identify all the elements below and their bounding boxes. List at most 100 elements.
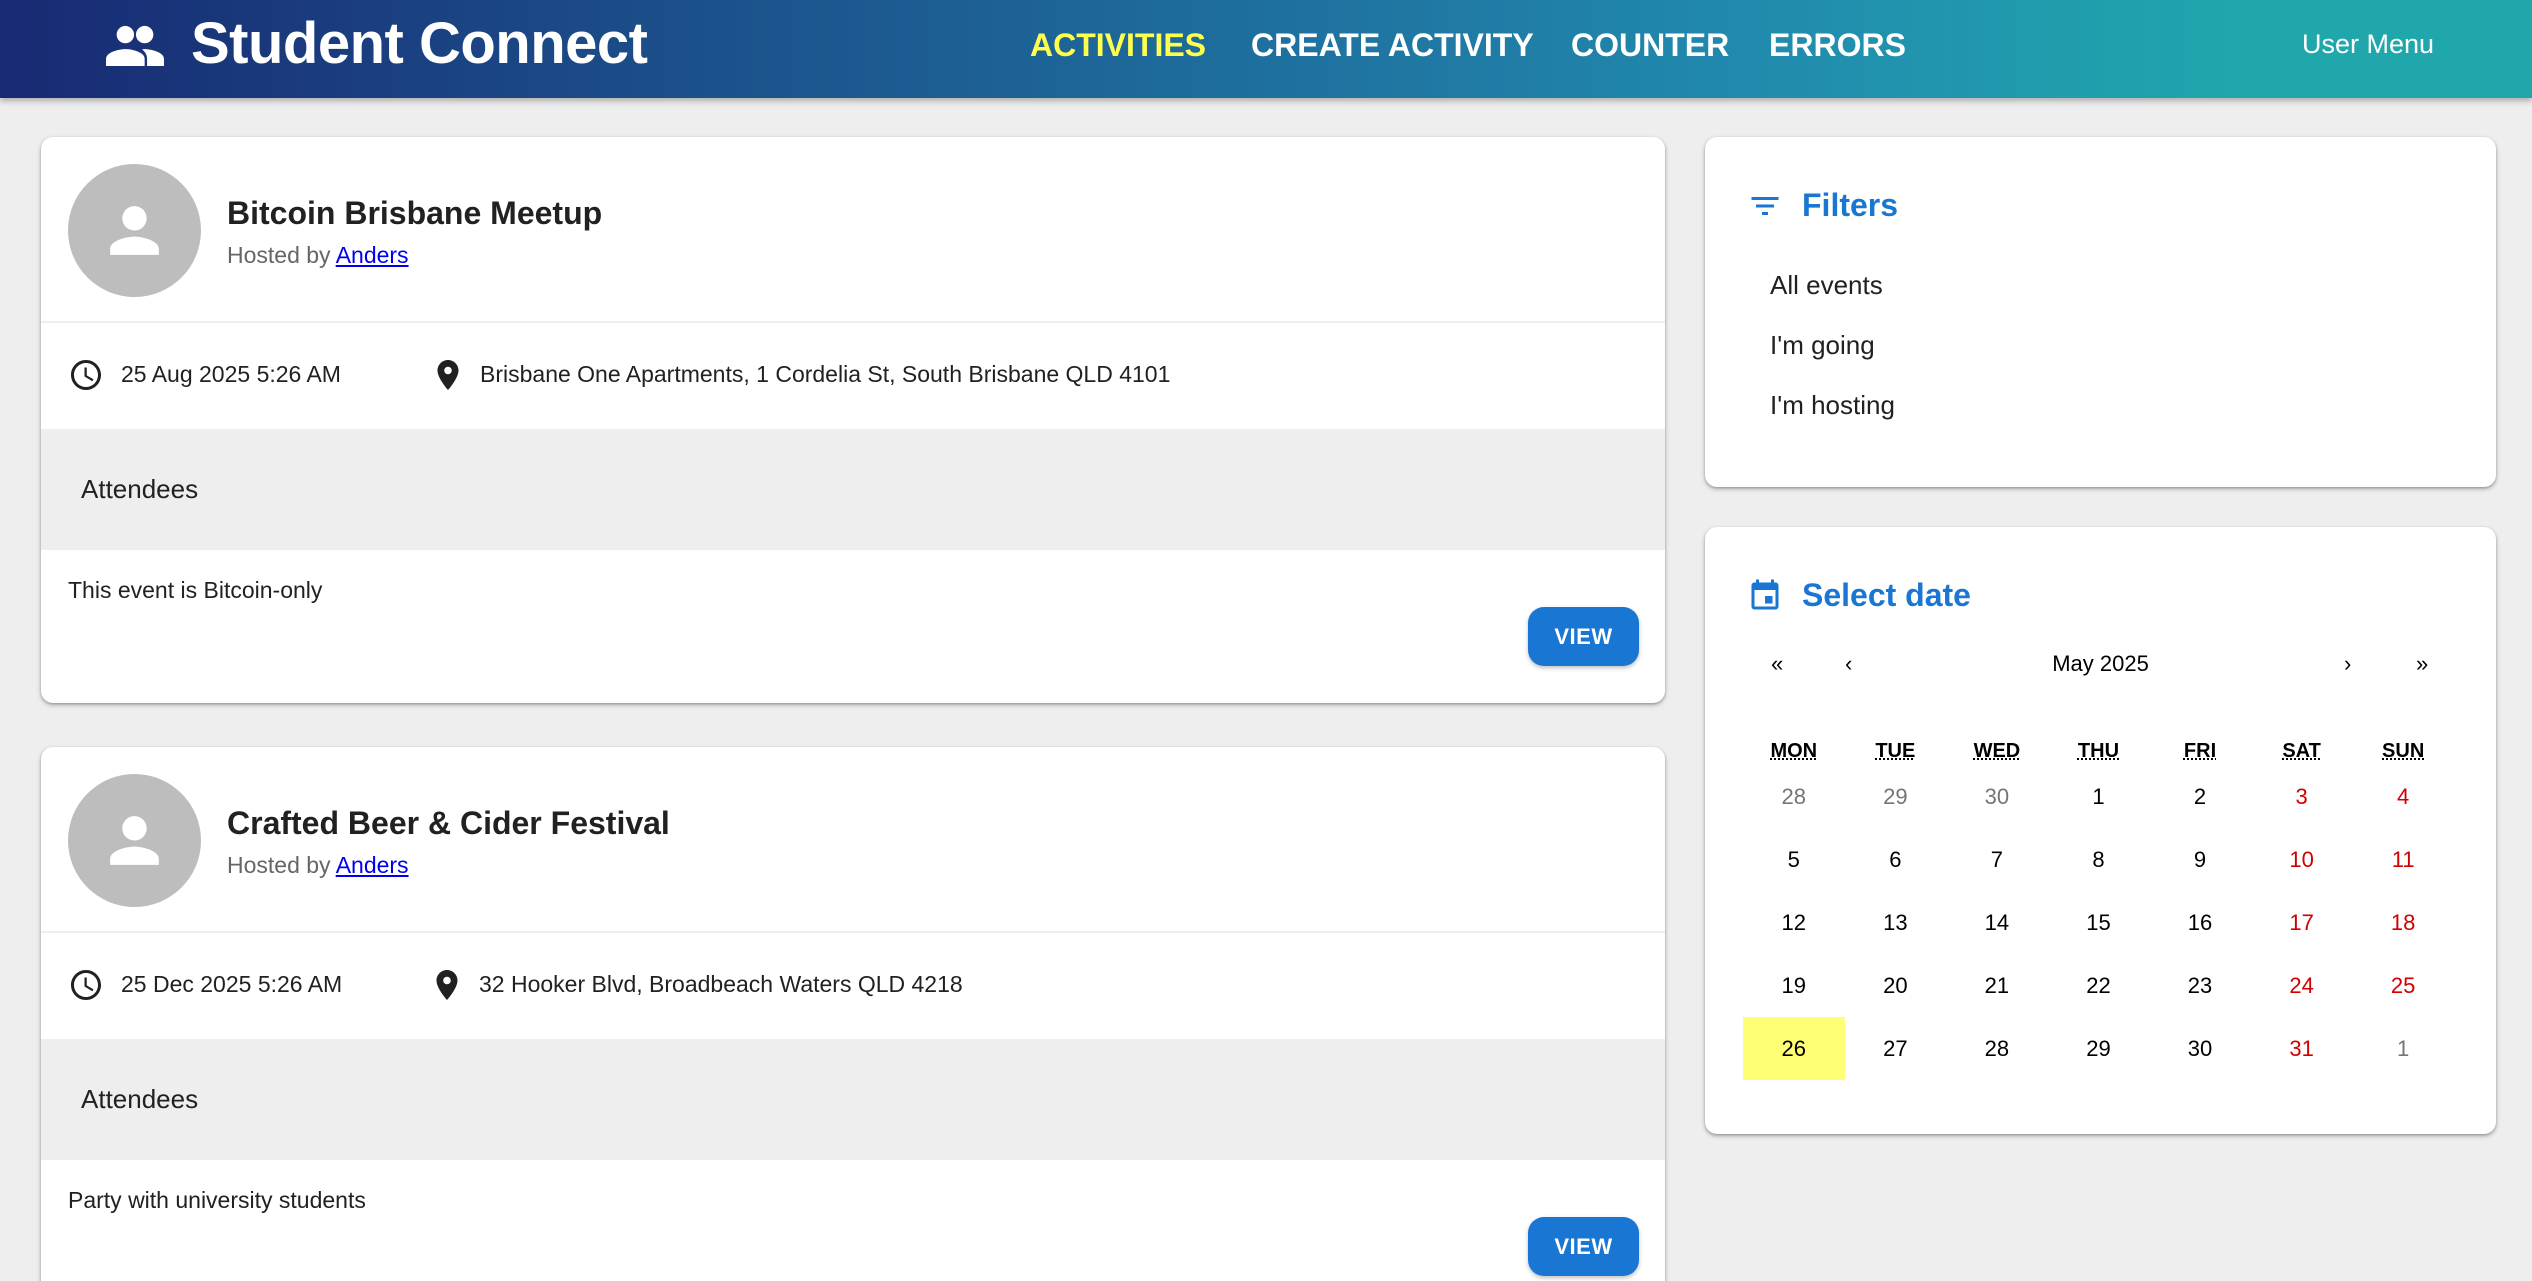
calendar-day[interactable]: 25: [2352, 954, 2454, 1017]
calendar-week: 5 6 7 8 9 10 11: [1743, 829, 2454, 892]
nav-create-activity[interactable]: CREATE ACTIVITY: [1251, 25, 1534, 65]
calendar-day[interactable]: 24: [2251, 954, 2353, 1017]
calendar-day[interactable]: 6: [1845, 829, 1947, 892]
calendar-day[interactable]: 8: [2048, 829, 2150, 892]
next-month-button[interactable]: ›: [2344, 649, 2351, 679]
user-menu-button[interactable]: User Menu: [2302, 27, 2434, 61]
calendar-day[interactable]: 20: [1845, 954, 1947, 1017]
clock-icon: [71, 970, 101, 1000]
clock-icon: [71, 360, 101, 390]
weekday-label: SAT: [2282, 740, 2321, 762]
filters-title: Filters: [1802, 187, 1899, 223]
calendar-day[interactable]: 18: [2352, 892, 2454, 955]
attendees-section: Attendees: [41, 1039, 1665, 1160]
weekday-label: THU: [2077, 740, 2120, 762]
calendar-day[interactable]: 21: [1946, 954, 2048, 1017]
divider: [41, 931, 1665, 933]
weekday-label: FRI: [2183, 740, 2217, 762]
prev-month-button[interactable]: ‹: [1845, 649, 1852, 679]
nav-counter[interactable]: COUNTER: [1571, 25, 1729, 65]
calendar-week: 28 29 30 1 2 3 4: [1743, 766, 2454, 829]
activity-info-row: 25 Aug 2025 5:26 AM Brisbane One Apartme…: [68, 351, 1628, 399]
weekday-label: SUN: [2382, 740, 2425, 762]
host-link[interactable]: Anders: [336, 852, 409, 878]
nav-errors[interactable]: ERRORS: [1769, 25, 1906, 65]
date-picker-panel: Select date May 2025 « ‹ › » MON TUE WED…: [1705, 527, 2496, 1134]
calendar-weekdays: MON TUE WED THU FRI SAT SUN: [1743, 736, 2454, 766]
person-icon: [110, 816, 159, 865]
calendar-day[interactable]: 23: [2149, 954, 2251, 1017]
filter-im-hosting[interactable]: I'm hosting: [1770, 388, 1895, 422]
calendar-day[interactable]: 17: [2251, 892, 2353, 955]
calendar-day[interactable]: 22: [2048, 954, 2150, 1017]
activity-venue: Brisbane One Apartments, 1 Cordelia St, …: [480, 361, 1171, 387]
calendar-day[interactable]: 1: [2352, 1017, 2454, 1080]
calendar-day[interactable]: 11: [2352, 829, 2454, 892]
prev-year-button[interactable]: «: [1771, 649, 1783, 679]
activity-date: 25 Dec 2025 5:26 AM: [121, 971, 343, 997]
calendar-day[interactable]: 1: [2048, 766, 2150, 829]
calendar-day[interactable]: 4: [2352, 766, 2454, 829]
activity-description: Party with university students: [68, 1187, 366, 1213]
calendar-day[interactable]: 28: [1946, 1017, 2048, 1080]
activity-title[interactable]: Bitcoin Brisbane Meetup: [227, 193, 602, 233]
activity-host-line: Hosted by Anders: [227, 240, 409, 270]
group-icon: [106, 25, 164, 66]
calendar-day[interactable]: 15: [2048, 892, 2150, 955]
calendar-day[interactable]: 29: [1845, 766, 1947, 829]
attendees-label: Attendees: [81, 474, 199, 504]
activity-info-row: 25 Dec 2025 5:26 AM 32 Hooker Blvd, Broa…: [68, 961, 1628, 1009]
calendar-day[interactable]: 3: [2251, 766, 2353, 829]
hosted-by-label: Hosted by: [227, 852, 331, 878]
calendar-day[interactable]: 28: [1743, 766, 1845, 829]
activity-host-line: Hosted by Anders: [227, 850, 409, 880]
location-pin-icon: [436, 970, 458, 1000]
calendar-day[interactable]: 30: [1946, 766, 2048, 829]
filters-panel: Filters All events I'm going I'm hosting: [1705, 137, 2496, 487]
calendar-week: 19 20 21 22 23 24 25: [1743, 954, 2454, 1017]
host-link[interactable]: Anders: [336, 242, 409, 268]
calendar-day[interactable]: 13: [1845, 892, 1947, 955]
hosted-by-label: Hosted by: [227, 242, 331, 268]
calendar-day[interactable]: 16: [2149, 892, 2251, 955]
calendar-week: 12 13 14 15 16 17 18: [1743, 892, 2454, 955]
next-year-button[interactable]: »: [2416, 649, 2428, 679]
calendar-day-selected[interactable]: 26: [1743, 1017, 1845, 1080]
app-title[interactable]: Student Connect: [191, 12, 648, 76]
weekday-label: TUE: [1875, 740, 1916, 762]
person-icon: [110, 206, 159, 255]
filter-list-icon: [1751, 197, 1779, 215]
calendar-day[interactable]: 14: [1946, 892, 2048, 955]
calendar-day[interactable]: 10: [2251, 829, 2353, 892]
weekday-label: MON: [1770, 740, 1818, 762]
attendees-section: Attendees: [41, 429, 1665, 550]
calendar-day[interactable]: 7: [1946, 829, 2048, 892]
weekday-label: WED: [1973, 740, 2021, 762]
view-button[interactable]: VIEW: [1528, 1217, 1639, 1276]
event-icon: [1751, 579, 1779, 610]
activity-title[interactable]: Crafted Beer & Cider Festival: [227, 803, 670, 843]
view-button[interactable]: VIEW: [1528, 607, 1639, 666]
filter-all-events[interactable]: All events: [1770, 268, 1883, 302]
app-bar: Student Connect ACTIVITIES CREATE ACTIVI…: [0, 0, 2532, 98]
activity-card: Bitcoin Brisbane Meetup Hosted by Anders…: [41, 137, 1665, 703]
calendar-day[interactable]: 29: [2048, 1017, 2150, 1080]
calendar-day[interactable]: 12: [1743, 892, 1845, 955]
calendar-month-label[interactable]: May 2025: [1705, 649, 2496, 679]
calendar-day[interactable]: 5: [1743, 829, 1845, 892]
calendar-day[interactable]: 30: [2149, 1017, 2251, 1080]
activity-description: This event is Bitcoin-only: [68, 577, 323, 603]
activity-card: Crafted Beer & Cider Festival Hosted by …: [41, 747, 1665, 1281]
calendar-day[interactable]: 31: [2251, 1017, 2353, 1080]
nav-activities[interactable]: ACTIVITIES: [1030, 25, 1206, 65]
activity-venue: 32 Hooker Blvd, Broadbeach Waters QLD 42…: [479, 971, 963, 997]
calendar-day[interactable]: 27: [1845, 1017, 1947, 1080]
divider: [41, 321, 1665, 323]
calendar-day[interactable]: 9: [2149, 829, 2251, 892]
filter-im-going[interactable]: I'm going: [1770, 328, 1875, 362]
avatar: [68, 774, 201, 907]
date-picker-title: Select date: [1802, 577, 1971, 613]
calendar-day[interactable]: 2: [2149, 766, 2251, 829]
calendar-day[interactable]: 19: [1743, 954, 1845, 1017]
calendar-grid: MON TUE WED THU FRI SAT SUN 28 29 30 1 2…: [1743, 736, 2454, 1080]
